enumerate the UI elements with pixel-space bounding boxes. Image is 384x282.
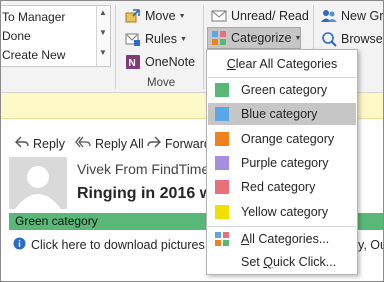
browse-groups-icon	[321, 31, 337, 47]
category-color-swatch	[215, 180, 229, 195]
category-item[interactable]: Yellow category	[208, 201, 356, 223]
new-group-button[interactable]: New Gro	[321, 6, 384, 26]
category-color-swatch	[215, 83, 229, 97]
quick-steps-gallery: To Manager Done Create New ▲ ▼ ▼	[1, 5, 111, 67]
new-group-label: New Gro	[341, 9, 384, 23]
scroll-up-icon[interactable]: ▲	[99, 8, 107, 17]
browse-groups-button[interactable]: Browse G	[321, 29, 383, 49]
forward-label: Forward	[165, 136, 211, 151]
group-divider	[203, 5, 204, 89]
category-label: Green category	[241, 83, 328, 97]
info-icon	[13, 237, 26, 253]
move-icon	[125, 8, 141, 24]
move-label: Move	[145, 9, 176, 23]
menu-divider	[208, 226, 356, 227]
quick-steps-scrollbar[interactable]: ▲ ▼ ▼	[96, 6, 110, 66]
outlook-window: To Manager Done Create New ▲ ▼ ▼ Move ▼ …	[0, 0, 384, 282]
unread-read-button[interactable]: Unread/ Read	[211, 6, 309, 26]
chevron-down-icon: ▼	[294, 34, 302, 42]
reply-all-button[interactable]: Reply All	[75, 136, 144, 151]
categorize-menu: Clear All Categories Green category Blue …	[206, 49, 358, 275]
scroll-down-icon[interactable]: ▼	[99, 28, 107, 37]
category-label: Red category	[241, 180, 316, 195]
reply-button[interactable]: Reply	[15, 136, 65, 151]
onenote-icon: N	[125, 54, 141, 70]
category-color-swatch	[215, 131, 229, 146]
reply-icon	[15, 136, 29, 151]
rules-button[interactable]: Rules ▼	[125, 29, 187, 49]
rules-label: Rules	[145, 32, 177, 46]
all-categories-label: ll Categories...	[249, 232, 330, 246]
category-color-swatch	[215, 204, 229, 219]
category-item[interactable]: Orange category	[208, 128, 356, 150]
clear-all-accesskey: C	[226, 57, 236, 71]
chevron-down-icon: ▼	[179, 35, 187, 43]
category-color-swatch	[215, 155, 229, 170]
clear-all-categories-item[interactable]: Clear All Categories	[208, 53, 356, 75]
forward-button[interactable]: Forward	[147, 136, 211, 151]
reply-label: Reply	[33, 136, 65, 151]
group-divider	[115, 5, 116, 89]
set-quick-click-label: uick Click...	[272, 255, 337, 269]
category-item[interactable]: Green category	[208, 79, 356, 101]
set-quick-click-accesskey: Q	[263, 255, 273, 269]
category-label: Purple category	[241, 155, 329, 170]
menu-divider	[208, 77, 356, 78]
unread-read-label: Unread/ Read	[231, 9, 309, 23]
categorize-icon	[211, 30, 227, 46]
category-item[interactable]: Purple category	[208, 152, 356, 174]
chevron-down-icon: ▼	[178, 12, 186, 20]
set-quick-click-item[interactable]: Set Quick Click...	[208, 251, 356, 273]
move-button[interactable]: Move ▼	[125, 6, 186, 26]
onenote-button[interactable]: N OneNote	[125, 52, 195, 72]
forward-icon	[147, 136, 161, 151]
all-categories-accesskey: A	[241, 232, 250, 246]
category-label: Orange category	[241, 131, 335, 146]
rules-icon	[125, 31, 141, 47]
category-item[interactable]: Blue category	[208, 103, 356, 126]
avatar	[9, 157, 67, 209]
reply-all-icon	[75, 136, 91, 151]
move-group-label: Move	[147, 77, 176, 89]
gallery-more-icon[interactable]: ▼	[99, 48, 107, 57]
browse-groups-label: Browse G	[341, 32, 383, 46]
category-item[interactable]: Red category	[208, 176, 356, 198]
onenote-label: OneNote	[145, 55, 196, 69]
categorize-button-content[interactable]: Categorize ▼	[211, 28, 301, 48]
quick-step-item[interactable]: To Manager	[2, 10, 65, 24]
quick-step-item[interactable]: Done	[2, 29, 31, 43]
all-categories-item[interactable]: All Categories...	[208, 228, 356, 250]
people-icon	[321, 8, 337, 24]
clear-all-label: lear All Categories	[235, 57, 338, 71]
category-color-swatch	[215, 107, 229, 122]
category-label: Yellow category	[241, 204, 329, 219]
categorize-label: Categorize	[231, 31, 292, 45]
svg-text:N: N	[129, 58, 136, 69]
set-quick-click-prefix: Set	[241, 255, 264, 269]
quick-step-item[interactable]: Create New	[2, 48, 65, 62]
reply-all-label: Reply All	[95, 136, 144, 151]
envelope-icon	[211, 8, 227, 24]
categorize-icon	[215, 232, 229, 246]
category-label: Blue category	[241, 107, 318, 122]
sender-name: Vivek From FindTime	[77, 161, 210, 177]
